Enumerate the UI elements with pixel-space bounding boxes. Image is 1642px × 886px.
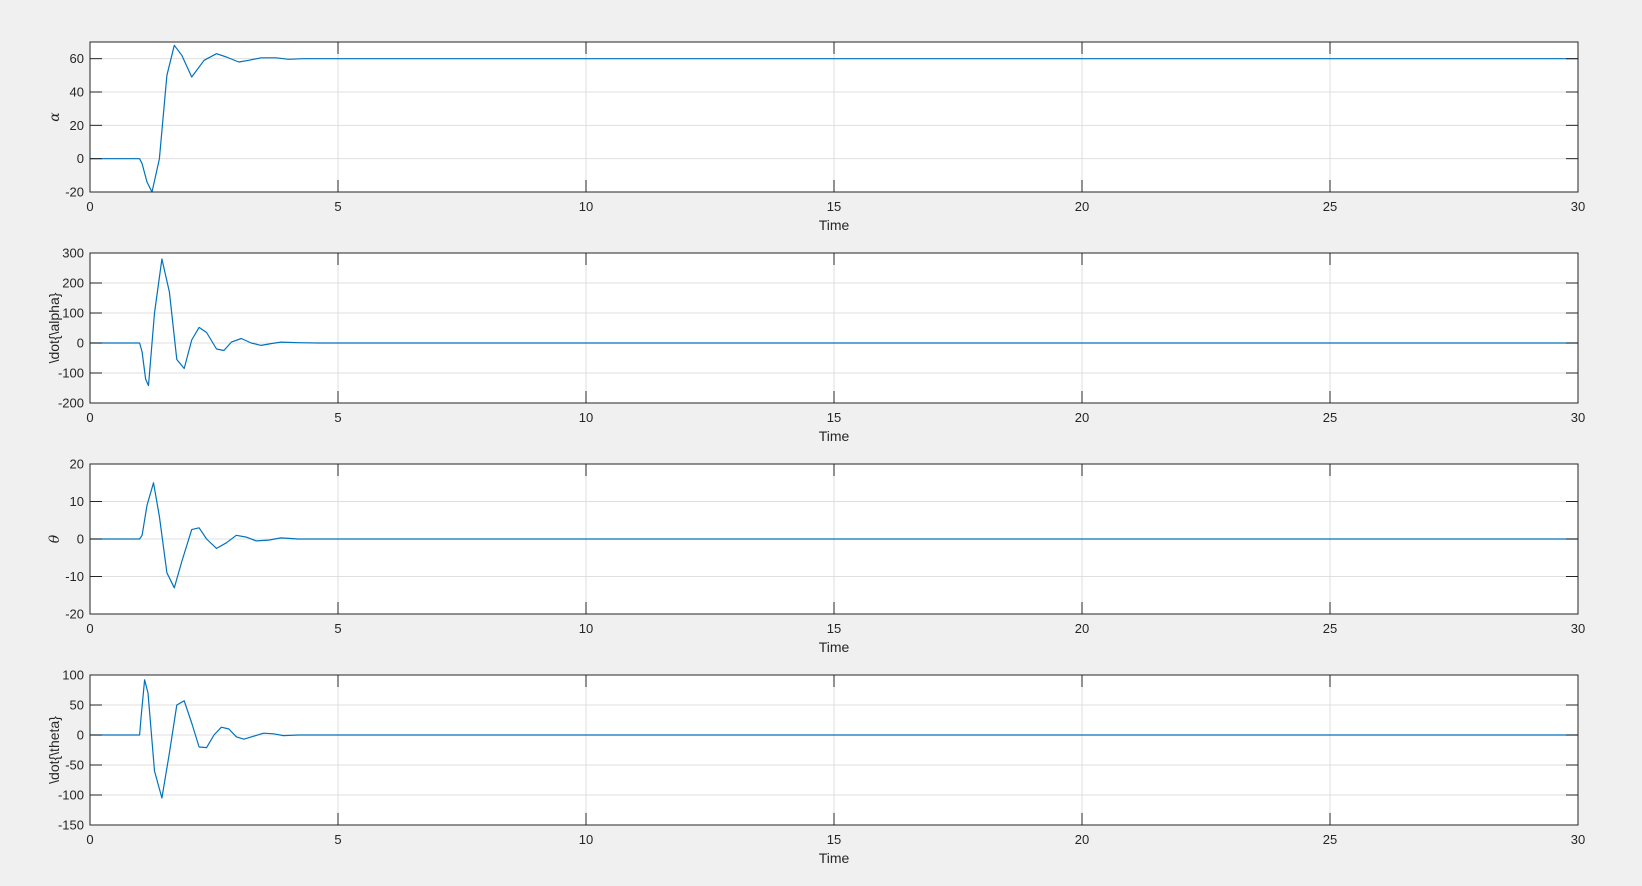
x-tick-label: 30 xyxy=(1571,410,1585,425)
x-tick-label: 5 xyxy=(334,621,341,636)
y-axis-label: θ xyxy=(47,534,63,543)
y-tick-label: -150 xyxy=(58,818,84,833)
x-tick-label: 10 xyxy=(579,199,593,214)
x-tick-label: 20 xyxy=(1075,621,1089,636)
x-tick-label: 25 xyxy=(1323,621,1337,636)
x-tick-label: 15 xyxy=(827,199,841,214)
x-tick-label: 30 xyxy=(1571,832,1585,847)
x-tick-label: 30 xyxy=(1571,621,1585,636)
x-tick-label: 0 xyxy=(86,832,93,847)
x-tick-label: 0 xyxy=(86,410,93,425)
y-tick-label: 40 xyxy=(70,85,84,100)
x-tick-label: 20 xyxy=(1075,410,1089,425)
x-tick-label: 15 xyxy=(827,410,841,425)
x-tick-label: 15 xyxy=(827,832,841,847)
y-tick-label: 0 xyxy=(77,532,84,547)
x-tick-label: 25 xyxy=(1323,410,1337,425)
y-tick-label: -20 xyxy=(65,185,84,200)
y-tick-label: 0 xyxy=(77,151,84,166)
y-tick-label: 0 xyxy=(77,728,84,743)
y-tick-label: -100 xyxy=(58,788,84,803)
subplot-3: 0 5 10 15 20 25 30 -20 -10 0 10 20 Time θ xyxy=(47,457,1585,656)
x-tick-label: 5 xyxy=(334,832,341,847)
subplot-2: 0 5 10 15 20 25 30 -200 -100 0 100 200 300 Time \dot{\… xyxy=(46,246,1585,445)
x-tick-label: 15 xyxy=(827,621,841,636)
x-tick-label: 25 xyxy=(1323,832,1337,847)
y-tick-label: -50 xyxy=(65,758,84,773)
x-tick-label: 20 xyxy=(1075,199,1089,214)
y-tick-label: -100 xyxy=(58,366,84,381)
x-tick-label: 10 xyxy=(579,410,593,425)
y-tick-label: 0 xyxy=(77,336,84,351)
x-axis-label: Time xyxy=(819,850,850,866)
y-tick-label: 60 xyxy=(70,51,84,66)
y-axis-label: \dot{\alpha} xyxy=(46,292,62,363)
x-tick-label: 10 xyxy=(579,621,593,636)
y-tick-label: 10 xyxy=(70,494,84,509)
x-tick-label: 10 xyxy=(579,832,593,847)
y-tick-label: -10 xyxy=(65,569,84,584)
x-tick-label: 25 xyxy=(1323,199,1337,214)
y-tick-label: 20 xyxy=(70,457,84,472)
subplot-4: 0 5 10 15 20 25 30 -150 -100 -50 0 50 100 Time \dot{\t… xyxy=(46,668,1585,867)
x-tick-label: 0 xyxy=(86,199,93,214)
x-axis-label: Time xyxy=(819,639,850,655)
y-axis-label: \dot{\theta} xyxy=(46,716,62,784)
x-tick-label: 5 xyxy=(334,199,341,214)
figure-canvas: 0 5 10 15 20 25 30-200204060Timeα0 5 10 15 20 25 30-… xyxy=(46,41,1585,867)
x-tick-label: 0 xyxy=(86,621,93,636)
y-axis-label: α xyxy=(47,112,63,122)
y-tick-label: 200 xyxy=(62,276,84,291)
y-tick-label: -200 xyxy=(58,396,84,411)
x-tick-label: 20 xyxy=(1075,832,1089,847)
x-axis-label: Time xyxy=(819,428,850,444)
subplot-1: 0 5 10 15 20 25 30-200204060Timeα xyxy=(47,41,1585,233)
y-tick-label: 20 xyxy=(70,118,84,133)
y-tick-label: -20 xyxy=(65,607,84,622)
x-tick-label: 30 xyxy=(1571,199,1585,214)
x-tick-label: 5 xyxy=(334,410,341,425)
x-axis-label: Time xyxy=(819,217,850,233)
y-tick-label: 300 xyxy=(62,246,84,261)
y-tick-label: 100 xyxy=(62,306,84,321)
y-tick-label: 50 xyxy=(70,698,84,713)
y-tick-label: 100 xyxy=(62,668,84,683)
